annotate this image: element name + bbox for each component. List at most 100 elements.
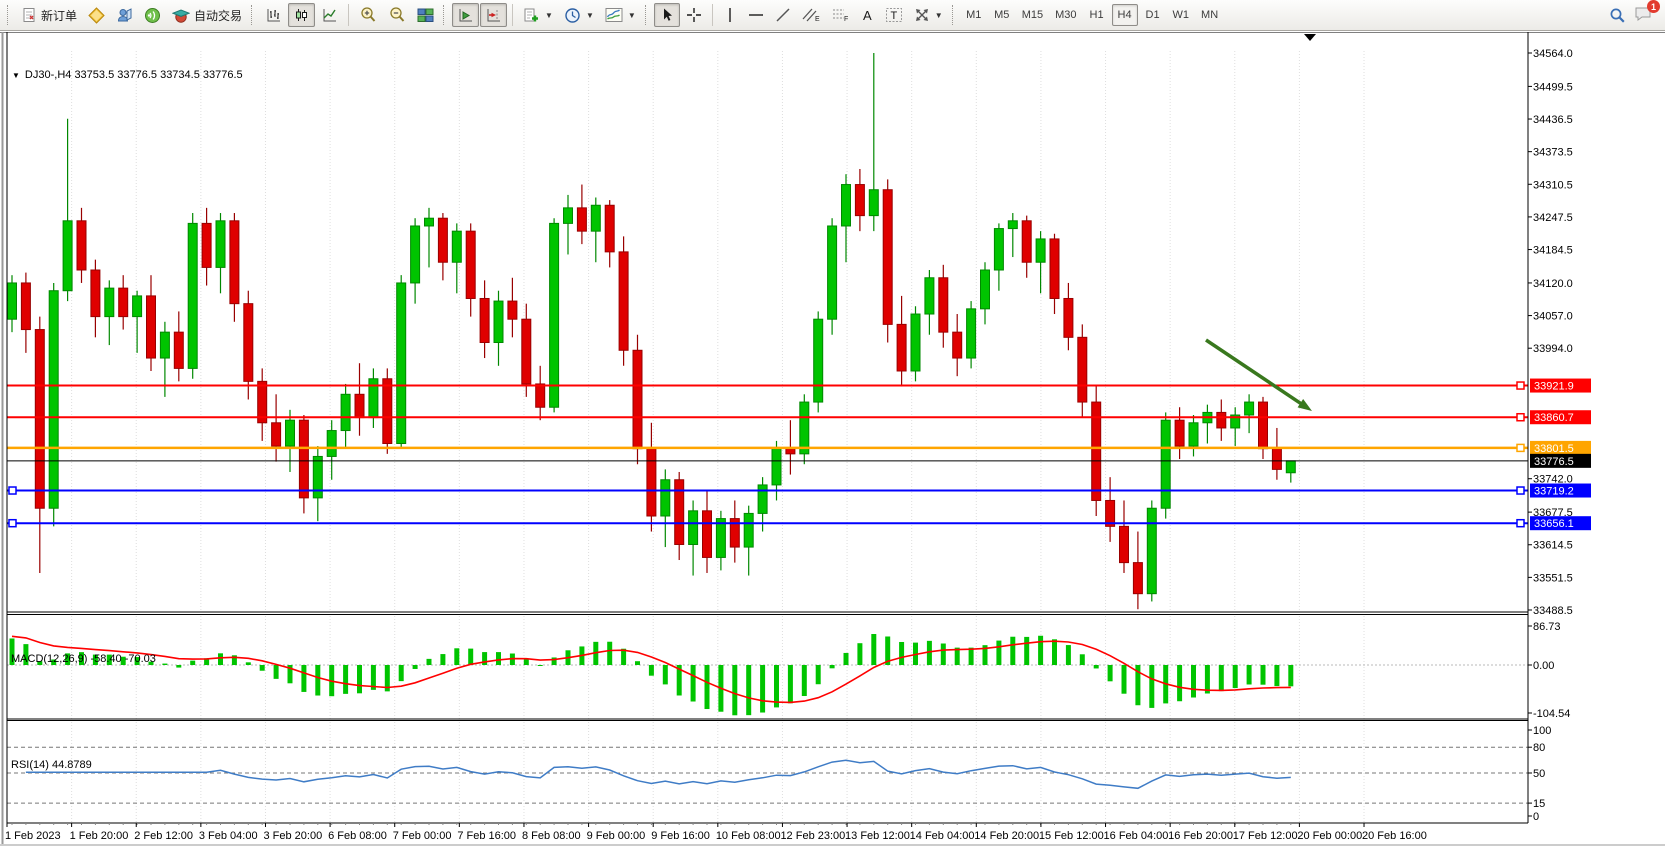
chart-canvas[interactable]: 34564.034499.534436.534373.534310.534247… bbox=[0, 32, 1665, 846]
chart-shift-icon bbox=[485, 7, 502, 24]
toolbar-gripper[interactable] bbox=[645, 5, 650, 25]
notifications-button[interactable]: 1 bbox=[1634, 5, 1653, 25]
chart-shift-button[interactable] bbox=[480, 3, 507, 27]
timeframe-button-m30[interactable]: M30 bbox=[1050, 4, 1081, 26]
crosshair-button[interactable] bbox=[681, 3, 707, 27]
auto-trading-button[interactable]: 自动交易 bbox=[167, 3, 247, 27]
templates-button[interactable]: ▼ bbox=[600, 3, 641, 27]
candlestick-chart-button[interactable] bbox=[288, 3, 315, 27]
zoom-in-button[interactable] bbox=[354, 3, 382, 27]
bull-candle bbox=[814, 319, 823, 402]
hline-anchor-handle[interactable] bbox=[1517, 520, 1524, 527]
timeframe-button-w1[interactable]: W1 bbox=[1168, 4, 1195, 26]
macd-bar bbox=[468, 649, 473, 665]
zoom-out-button[interactable] bbox=[383, 3, 411, 27]
symbol-dropdown-icon[interactable]: ▼ bbox=[12, 71, 20, 80]
timeframe-button-mn[interactable]: MN bbox=[1196, 4, 1223, 26]
line-chart-button[interactable] bbox=[316, 3, 343, 27]
timeframe-button-m5[interactable]: M5 bbox=[989, 4, 1015, 26]
text-label-button[interactable]: T bbox=[880, 3, 908, 27]
hline-anchor-handle[interactable] bbox=[1517, 414, 1524, 421]
macd-indicator-label: MACD(12,26,9) -58.40 -70.03 bbox=[11, 653, 156, 665]
hline-anchor-handle[interactable] bbox=[1517, 444, 1524, 451]
price-tick-label: 34436.5 bbox=[1533, 114, 1573, 126]
bear-candle bbox=[119, 288, 128, 316]
vertical-line-icon bbox=[723, 7, 737, 23]
time-axis-label: 2 Feb 12:00 bbox=[134, 830, 193, 842]
data-window-icon bbox=[116, 7, 133, 24]
new-order-button[interactable]: 新订单 bbox=[16, 3, 82, 27]
bull-candle bbox=[286, 420, 295, 446]
notification-badge: 1 bbox=[1647, 0, 1660, 13]
timeframe-button-h1[interactable]: H1 bbox=[1084, 4, 1110, 26]
rsi-line bbox=[26, 760, 1291, 788]
toolbar-gripper[interactable] bbox=[7, 5, 12, 25]
toolbar-gripper[interactable] bbox=[443, 5, 448, 25]
bear-candle bbox=[633, 350, 642, 448]
bull-candle bbox=[994, 229, 1003, 270]
equidistant-channel-button[interactable]: E bbox=[797, 3, 825, 27]
bear-candle bbox=[577, 208, 586, 231]
hline-anchor-handle[interactable] bbox=[9, 487, 16, 494]
indicators-button[interactable]: ▼ bbox=[518, 3, 558, 27]
bull-candle bbox=[1161, 420, 1170, 508]
price-tick-label: 34057.0 bbox=[1533, 311, 1573, 323]
macd-bar bbox=[482, 652, 487, 665]
time-axis-label: 3 Feb 04:00 bbox=[199, 830, 258, 842]
signals-button[interactable] bbox=[139, 3, 166, 27]
chart-shift-marker[interactable] bbox=[1304, 34, 1316, 41]
price-tick-label: 33488.5 bbox=[1533, 605, 1573, 617]
periods-button[interactable]: ▼ bbox=[559, 3, 599, 27]
macd-bar bbox=[427, 659, 432, 665]
search-icon[interactable] bbox=[1609, 7, 1626, 24]
hline-anchor-handle[interactable] bbox=[1517, 487, 1524, 494]
trend-arrow-line[interactable] bbox=[1206, 340, 1305, 407]
fibonacci-button[interactable]: F bbox=[826, 3, 854, 27]
bear-candle bbox=[91, 270, 100, 317]
macd-bar bbox=[524, 659, 529, 665]
text-icon: A bbox=[860, 7, 874, 23]
trendline-button[interactable] bbox=[770, 3, 796, 27]
chart-window[interactable]: 34564.034499.534436.534373.534310.534247… bbox=[0, 32, 1665, 846]
bear-candle bbox=[1050, 239, 1059, 299]
auto-scroll-button[interactable] bbox=[452, 3, 479, 27]
timeframe-button-m15[interactable]: M15 bbox=[1017, 4, 1048, 26]
timeframe-button-h4[interactable]: H4 bbox=[1112, 4, 1138, 26]
macd-bar bbox=[705, 665, 710, 709]
hline-anchor-handle[interactable] bbox=[9, 520, 16, 527]
market-watch-button[interactable] bbox=[83, 3, 110, 27]
text-button[interactable]: A bbox=[855, 3, 879, 27]
horizontal-line-button[interactable] bbox=[743, 3, 769, 27]
timeframe-button-m1[interactable]: M1 bbox=[961, 4, 987, 26]
vertical-line-button[interactable] bbox=[718, 3, 742, 27]
cursor-icon bbox=[659, 7, 675, 23]
cursor-button[interactable] bbox=[654, 3, 680, 27]
macd-bar bbox=[899, 642, 904, 665]
bear-candle bbox=[1022, 221, 1031, 262]
bear-candle bbox=[272, 423, 281, 446]
bear-candle bbox=[383, 379, 392, 444]
tile-windows-button[interactable] bbox=[412, 3, 439, 27]
macd-bar bbox=[663, 665, 668, 684]
bull-candle bbox=[1036, 239, 1045, 262]
bar-chart-button[interactable] bbox=[260, 3, 287, 27]
arrows-button[interactable]: ▼ bbox=[909, 3, 948, 27]
hline-anchor-handle[interactable] bbox=[1517, 382, 1524, 389]
macd-bar bbox=[357, 665, 362, 693]
bull-candle bbox=[188, 223, 197, 368]
timeframe-button-d1[interactable]: D1 bbox=[1140, 4, 1166, 26]
time-axis-label: 16 Feb 20:00 bbox=[1168, 830, 1233, 842]
macd-bar bbox=[941, 644, 946, 665]
toolbar-gripper[interactable] bbox=[952, 5, 957, 25]
bear-candle bbox=[1133, 563, 1142, 594]
data-window-button[interactable] bbox=[111, 3, 138, 27]
bear-candle bbox=[202, 223, 211, 267]
macd-bar bbox=[871, 634, 876, 665]
price-tick-label: 34184.5 bbox=[1533, 245, 1573, 257]
bear-candle bbox=[147, 296, 156, 358]
macd-bar bbox=[802, 665, 807, 696]
bull-candle bbox=[1008, 221, 1017, 229]
time-axis-label: 9 Feb 16:00 bbox=[651, 830, 710, 842]
hline-price-label: 33860.7 bbox=[1534, 412, 1574, 424]
toolbar-gripper[interactable] bbox=[251, 5, 256, 25]
